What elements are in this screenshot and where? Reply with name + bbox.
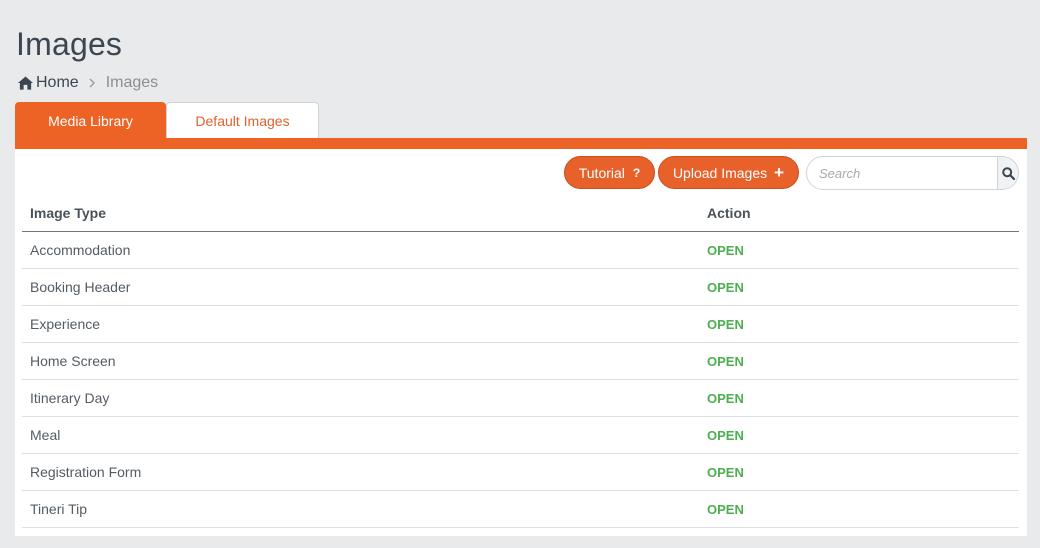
tutorial-button[interactable]: Tutorial ? [564, 156, 655, 189]
column-header-action: Action [699, 196, 1019, 232]
media-library-panel: Tutorial ? Upload Images + Image Type Ac… [15, 149, 1027, 536]
breadcrumb-home-label: Home [36, 74, 79, 91]
table-row: Itinerary Day OPEN [22, 379, 1019, 417]
breadcrumb-current: Images [105, 74, 159, 91]
plus-icon: + [774, 162, 785, 182]
image-types-table: Image Type Action Accommodation OPEN Boo… [22, 196, 1019, 528]
upload-images-button[interactable]: Upload Images + [658, 156, 799, 189]
open-link[interactable]: OPEN [707, 317, 744, 332]
search-icon [1001, 166, 1015, 180]
table-row: Accommodation OPEN [22, 231, 1019, 269]
column-header-image-type: Image Type [22, 196, 699, 232]
search-button[interactable] [997, 157, 1018, 189]
table-row: Home Screen OPEN [22, 342, 1019, 380]
image-type-cell: Meal [22, 416, 699, 454]
open-link[interactable]: OPEN [707, 391, 744, 406]
open-link[interactable]: OPEN [707, 465, 744, 480]
tab-default-images[interactable]: Default Images [166, 102, 319, 139]
open-link[interactable]: OPEN [707, 502, 744, 517]
table-header-row: Image Type Action [22, 196, 1019, 232]
tab-media-library[interactable]: Media Library [15, 102, 166, 139]
tutorial-button-label: Tutorial [578, 164, 625, 181]
tab-bar: Media Library Default Images [15, 102, 319, 139]
open-link[interactable]: OPEN [707, 280, 744, 295]
breadcrumb-home-link[interactable]: Home [18, 74, 79, 92]
open-link[interactable]: OPEN [707, 354, 744, 369]
page-title: Images [16, 26, 123, 62]
breadcrumb: Home Images [18, 74, 158, 92]
table-row: Registration Form OPEN [22, 453, 1019, 491]
open-link[interactable]: OPEN [707, 428, 744, 443]
image-type-cell: Home Screen [22, 342, 699, 380]
table-row: Booking Header OPEN [22, 268, 1019, 306]
open-link[interactable]: OPEN [707, 243, 744, 258]
search-box [806, 156, 1019, 190]
table-row: Tineri Tip OPEN [22, 490, 1019, 528]
home-icon [18, 76, 33, 90]
image-type-cell: Registration Form [22, 453, 699, 491]
question-icon: ? [632, 165, 641, 180]
image-type-cell: Experience [22, 305, 699, 343]
upload-images-button-label: Upload Images [672, 164, 768, 181]
table-row: Meal OPEN [22, 416, 1019, 454]
tab-underline-bar [15, 138, 1027, 149]
search-input[interactable] [807, 157, 997, 189]
image-type-cell: Tineri Tip [22, 490, 699, 528]
image-type-cell: Booking Header [22, 268, 699, 306]
image-type-cell: Accommodation [22, 231, 699, 269]
image-type-cell: Itinerary Day [22, 379, 699, 417]
chevron-right-icon [89, 75, 96, 91]
table-row: Experience OPEN [22, 305, 1019, 343]
